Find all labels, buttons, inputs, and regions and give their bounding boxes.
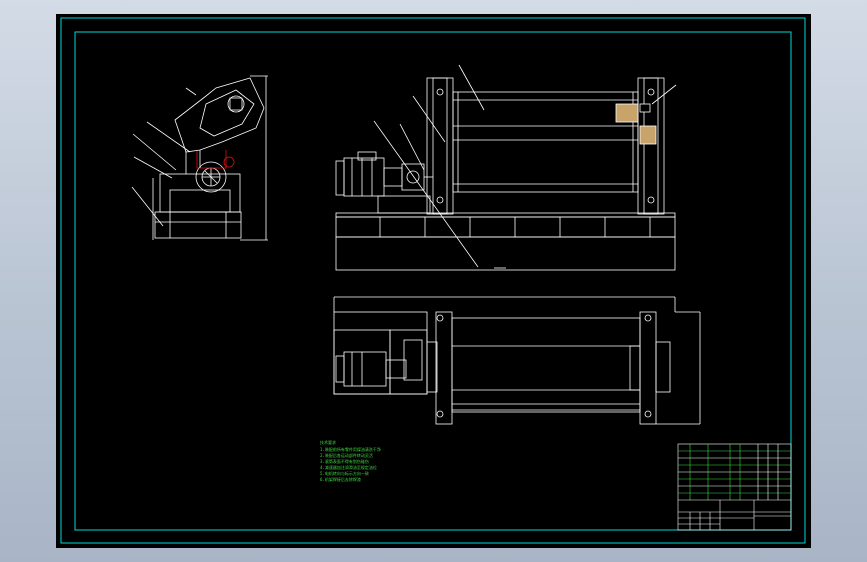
front-hatched-bearing: [615, 103, 639, 123]
drawing-canvas: 技术要求 1.装配前所有零件用煤油清洗干净 2.装配后各运动部件转动灵活 3.滚…: [56, 14, 811, 548]
notes-line-5: 5.电机转向与标示方向一致: [320, 470, 369, 476]
model-space-background: [56, 14, 811, 548]
notes-line-4: 4.减速器加注润滑油至规定油位: [320, 464, 377, 470]
notes-line-2: 2.装配后各运动部件转动灵活: [320, 452, 373, 458]
notes-line-3: 3.滚筒表面不得有划伤碰伤: [320, 458, 369, 464]
cad-viewport[interactable]: 技术要求 1.装配前所有零件用煤油清洗干净 2.装配后各运动部件转动灵活 3.滚…: [0, 0, 867, 562]
notes-line-1: 1.装配前所有零件用煤油清洗干净: [320, 446, 381, 452]
notes-line-6: 6.机架焊接后去除焊渣: [320, 476, 361, 482]
notes-heading: 技术要求: [320, 439, 336, 445]
